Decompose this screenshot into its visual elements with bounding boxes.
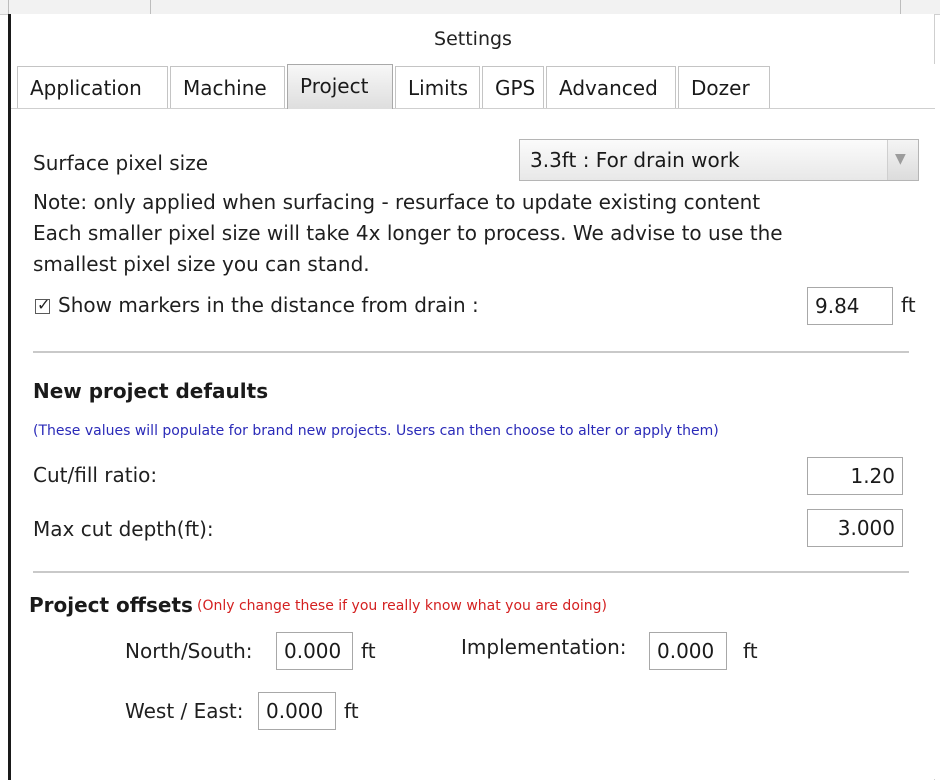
background-window-strip: [0, 0, 940, 15]
note-line: Each smaller pixel size will take 4x lon…: [33, 221, 783, 245]
implementation-label: Implementation:: [461, 635, 627, 659]
west-east-label: West / East:: [125, 699, 244, 723]
project-offsets-heading: Project offsets: [29, 593, 193, 617]
tab-project[interactable]: Project: [287, 64, 393, 109]
cut-fill-ratio-input[interactable]: 1.20: [807, 457, 903, 495]
note-line: Note: only applied when surfacing - resu…: [33, 190, 761, 214]
marker-distance-unit: ft: [901, 293, 916, 317]
offsets-warning: (Only change these if you really know wh…: [197, 598, 607, 614]
window-title: Settings: [11, 14, 935, 64]
surface-pixel-size-value: 3.3ft : For drain work: [530, 148, 740, 172]
north-south-label: North/South:: [125, 639, 253, 663]
west-east-unit: ft: [344, 699, 359, 723]
strip-divider: [900, 0, 901, 14]
strip-divider: [8, 0, 9, 14]
tab-dozer[interactable]: Dozer: [678, 66, 770, 108]
tab-gps[interactable]: GPS: [482, 66, 544, 108]
tab-strip: Application Machine Project Limits GPS A…: [11, 64, 935, 109]
max-cut-depth-label: Max cut depth(ft):: [33, 517, 214, 541]
dropdown-button[interactable]: ▼: [887, 140, 918, 180]
note-line: smallest pixel size you can stand.: [33, 252, 370, 276]
north-south-input[interactable]: 0.000: [276, 632, 353, 670]
divider: [33, 571, 909, 573]
checkmark-icon: ✓: [37, 295, 51, 314]
project-settings-panel: Surface pixel size 3.3ft : For drain wor…: [11, 109, 935, 779]
implementation-input[interactable]: 0.000: [649, 632, 727, 670]
cut-fill-ratio-label: Cut/fill ratio:: [33, 463, 158, 487]
implementation-unit: ft: [743, 639, 758, 663]
settings-window: Settings Application Machine Project Lim…: [8, 14, 935, 780]
surface-note: Note: only applied when surfacing - resu…: [33, 187, 783, 280]
tab-application[interactable]: Application: [17, 66, 168, 108]
strip-divider: [150, 0, 151, 14]
north-south-unit: ft: [361, 639, 376, 663]
show-markers-label: Show markers in the distance from drain …: [58, 293, 479, 317]
divider: [33, 351, 909, 353]
show-markers-checkbox[interactable]: ✓: [35, 295, 50, 314]
new-project-defaults-heading: New project defaults: [33, 379, 269, 403]
west-east-input[interactable]: 0.000: [258, 692, 336, 730]
chevron-down-icon: ▼: [895, 151, 906, 167]
screen: Settings Application Machine Project Lim…: [0, 0, 940, 780]
tab-advanced[interactable]: Advanced: [546, 66, 676, 108]
surface-pixel-size-label: Surface pixel size: [33, 151, 209, 175]
max-cut-depth-input[interactable]: 3.000: [807, 509, 903, 547]
tab-machine[interactable]: Machine: [170, 66, 285, 108]
surface-pixel-size-select[interactable]: 3.3ft : For drain work ▼: [519, 139, 919, 181]
tab-limits[interactable]: Limits: [395, 66, 480, 108]
marker-distance-input[interactable]: 9.84: [807, 287, 893, 325]
defaults-hint: (These values will populate for brand ne…: [33, 423, 719, 439]
